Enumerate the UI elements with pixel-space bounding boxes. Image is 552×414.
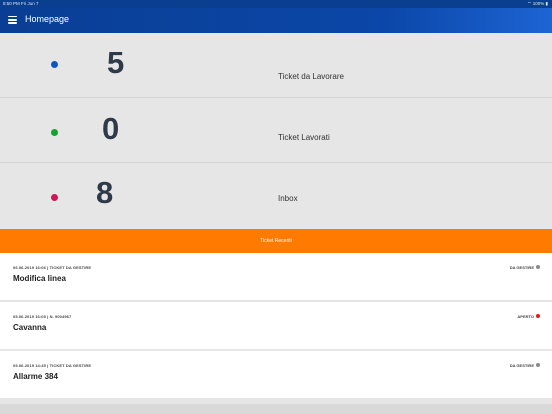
- stat-count: 5: [107, 45, 125, 80]
- bottom-strip: [0, 404, 552, 414]
- stat-label: Ticket Lavorati: [278, 133, 330, 142]
- ticket-status-dot-icon: [536, 265, 540, 269]
- stat-row-lavorati[interactable]: 0 Ticket Lavorati: [0, 98, 552, 163]
- stat-label: Inbox: [278, 194, 298, 203]
- hamburger-menu-icon[interactable]: [8, 16, 17, 24]
- ticket-list: 06.06.2019 16:06 | TICKET DA GESTIRE Mod…: [0, 253, 552, 414]
- ticket-name: Modifica linea: [13, 274, 66, 283]
- stat-count: 0: [102, 111, 120, 146]
- ticket-status-dot-icon: [536, 363, 540, 367]
- stat-label: Ticket da Lavorare: [278, 72, 344, 81]
- status-dot-icon: [51, 194, 58, 201]
- top-navigation-bar: Homepage: [0, 8, 552, 33]
- status-indicators: ⌔ 100% ▮: [527, 1, 548, 6]
- ticket-name: Allarme 384: [13, 372, 58, 381]
- ticket-status: DA GESTIRE: [509, 363, 534, 368]
- recent-tickets-header: Ticket Recenti: [0, 229, 552, 253]
- ticket-meta: 06.06.2019 16:06 | TICKET DA GESTIRE: [13, 265, 92, 270]
- ticket-status-dot-icon: [536, 314, 540, 318]
- ticket-item[interactable]: 06.06.2019 16:06 | TICKET DA GESTIRE Mod…: [0, 253, 552, 300]
- ticket-status: APERTO: [517, 314, 534, 319]
- page-title: Homepage: [25, 14, 70, 24]
- ticket-item[interactable]: 05.06.2019 14:45 | TICKET DA GESTIRE All…: [0, 351, 552, 398]
- status-bar: 8:50 PM Fri Jun 7 ⌔ 100% ▮: [0, 0, 552, 8]
- status-dot-icon: [51, 129, 58, 136]
- stat-count: 8: [96, 175, 114, 210]
- stat-row-da-lavorare[interactable]: 5 Ticket da Lavorare: [0, 33, 552, 98]
- ticket-status: DA GESTIRE: [509, 265, 534, 270]
- stats-panel: 5 Ticket da Lavorare 0 Ticket Lavorati 8…: [0, 33, 552, 229]
- ticket-item[interactable]: 05.06.2019 16:05 | N. 9004967 Cavanna AP…: [0, 302, 552, 349]
- ticket-name: Cavanna: [13, 323, 47, 332]
- status-time: 8:50 PM Fri Jun 7: [3, 1, 39, 6]
- ticket-meta: 05.06.2019 16:05 | N. 9004967: [13, 314, 72, 319]
- status-dot-icon: [51, 61, 58, 68]
- stat-row-inbox[interactable]: 8 Inbox: [0, 163, 552, 229]
- ticket-meta: 05.06.2019 14:45 | TICKET DA GESTIRE: [13, 363, 92, 368]
